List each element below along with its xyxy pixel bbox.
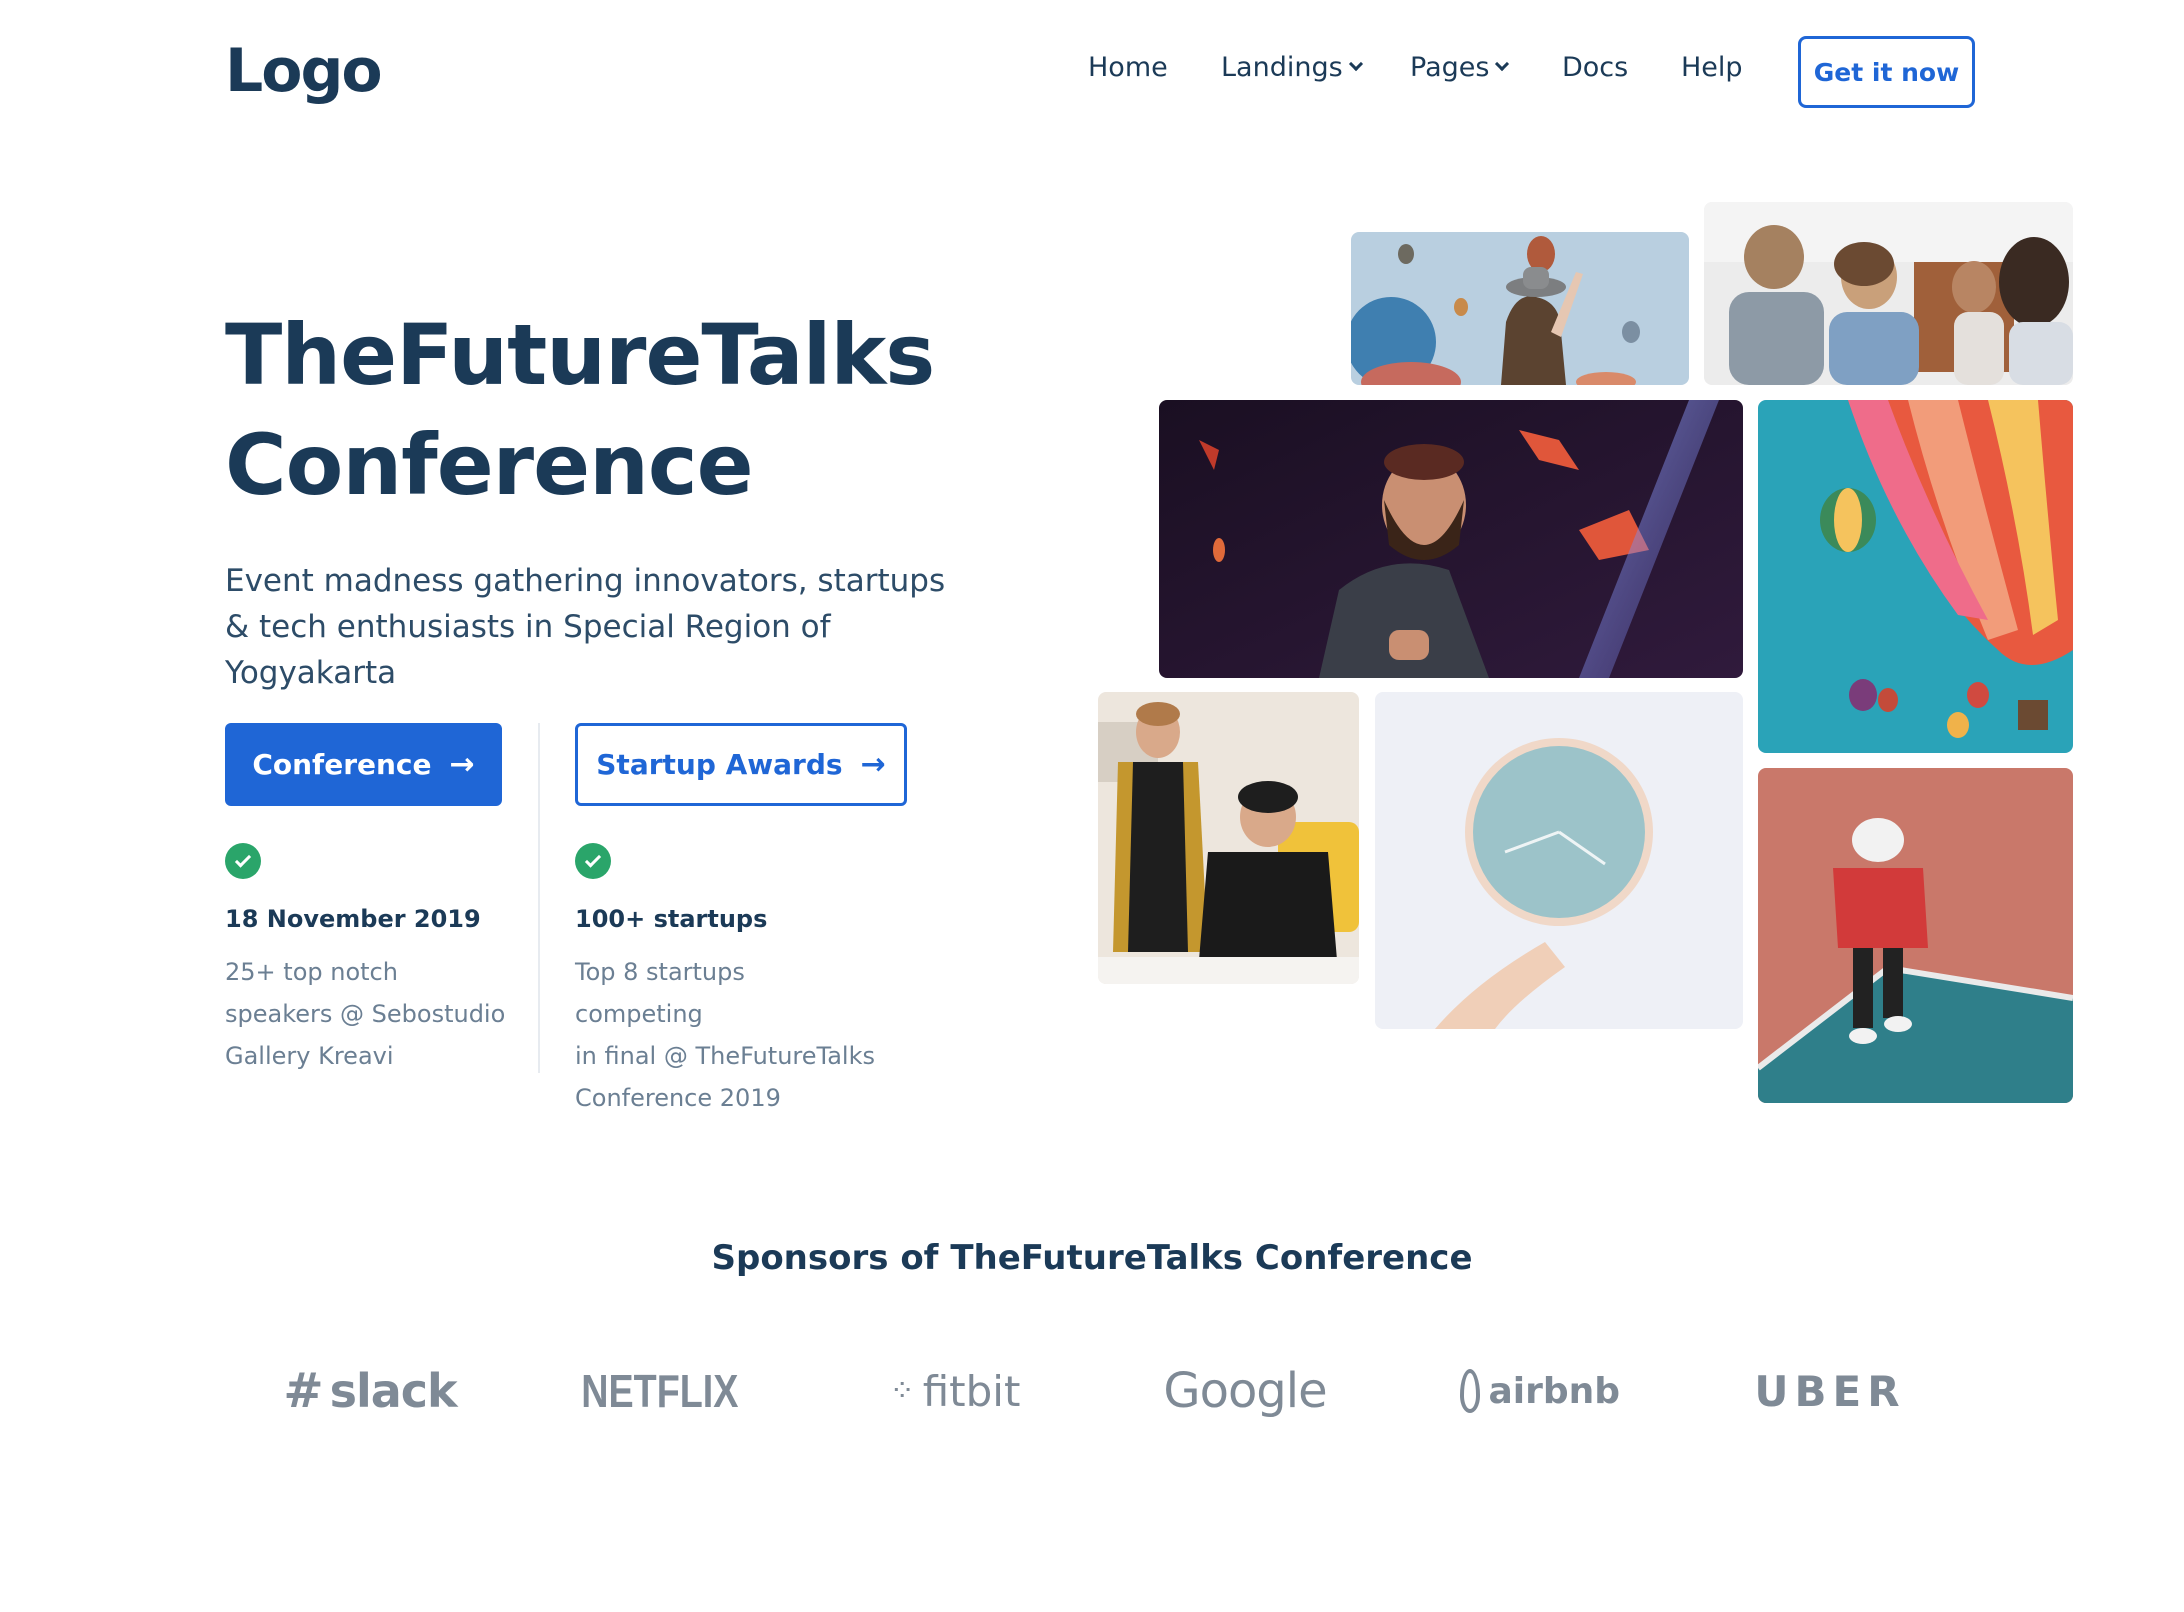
slack-icon: #: [283, 1363, 324, 1419]
photo-group-people: [1704, 202, 2073, 385]
chevron-down-icon: [1348, 56, 1363, 71]
hero-title-line: Conference: [225, 416, 754, 514]
nav-item-label: Home: [1088, 52, 1168, 83]
feature-description-line: Top 8 startups competing: [575, 958, 745, 1028]
sponsor-uber-logo: UBER: [1745, 1356, 1915, 1426]
nav-item-label: Pages: [1410, 52, 1490, 83]
fitbit-icon: ⁘: [889, 1374, 915, 1408]
sponsor-name: fitbit: [922, 1366, 1021, 1416]
nav-item-label: Landings: [1221, 52, 1343, 83]
feature-description-line: Gallery Kreavi: [225, 1042, 394, 1070]
hero-subtitle: Event madness gathering innovators, star…: [225, 558, 985, 696]
photo-balloon-woman: [1351, 232, 1689, 385]
photo-wall-clock: [1375, 692, 1743, 1029]
sponsor-name: NETFLIX: [581, 1365, 739, 1417]
arrow-right-icon: →: [860, 746, 886, 782]
feature-description: 25+ top notch speakers @ Sebostudio Gall…: [225, 951, 525, 1077]
photo-hot-air-balloons: [1758, 400, 2073, 753]
sponsor-netflix-logo: NETFLIX: [580, 1356, 740, 1426]
sponsor-name: Google: [1163, 1363, 1327, 1419]
hero-subtitle-line: & tech enthusiasts in Special Region of …: [225, 609, 831, 691]
nav-item-help[interactable]: Help: [1681, 52, 1743, 83]
conference-button-label: Conference: [252, 748, 432, 781]
hero-subtitle-line: Event madness gathering innovators, star…: [225, 563, 946, 599]
nav-item-docs[interactable]: Docs: [1562, 52, 1628, 83]
startup-awards-button[interactable]: Startup Awards →: [575, 723, 907, 806]
sponsor-slack-logo: # slack: [280, 1356, 460, 1426]
arrow-right-icon: →: [449, 746, 475, 782]
sponsor-airbnb-logo: airbnb: [1460, 1356, 1620, 1426]
nav-item-landings[interactable]: Landings: [1221, 52, 1363, 83]
airbnb-icon: [1460, 1369, 1481, 1413]
feature-description-line: speakers @ Sebostudio: [225, 1000, 506, 1028]
check-circle-icon: [225, 843, 261, 879]
feature-startups: 100+ startups Top 8 startups competing i…: [575, 843, 875, 1119]
photo-speaker: [1159, 400, 1743, 678]
sponsor-google-logo: Google: [1163, 1356, 1327, 1426]
sponsor-fitbit-logo: ⁘ fitbit: [875, 1356, 1035, 1426]
chevron-down-icon: [1495, 56, 1510, 71]
get-it-now-button[interactable]: Get it now: [1798, 36, 1975, 108]
nav-item-label: Help: [1681, 52, 1743, 83]
feature-description-line: 25+ top notch: [225, 958, 398, 986]
feature-title: 100+ startups: [575, 905, 768, 933]
feature-description: Top 8 startups competing in final @ TheF…: [575, 951, 875, 1119]
hero-title-line: TheFutureTalks: [225, 306, 935, 404]
sponsor-name: airbnb: [1488, 1370, 1620, 1412]
photo-coworkers: [1098, 692, 1359, 984]
sponsor-name: UBER: [1754, 1366, 1906, 1416]
feature-description-line: Conference 2019: [575, 1084, 781, 1112]
feature-description-line: in final @ TheFutureTalks: [575, 1042, 875, 1070]
feature-date: 18 November 2019 25+ top notch speakers …: [225, 843, 525, 1077]
conference-button[interactable]: Conference →: [225, 723, 502, 806]
nav-item-label: Docs: [1562, 52, 1629, 83]
feature-divider: [538, 723, 540, 1073]
nav-item-home[interactable]: Home: [1088, 52, 1168, 83]
sponsors-title: Sponsors of TheFutureTalks Conference: [711, 1238, 1473, 1278]
check-circle-icon: [575, 843, 611, 879]
feature-title: 18 November 2019: [225, 905, 481, 933]
startup-awards-button-label: Startup Awards: [596, 748, 843, 781]
nav-item-pages[interactable]: Pages: [1410, 52, 1510, 83]
hero-title: TheFutureTalks Conference: [225, 300, 935, 520]
sponsor-name: slack: [329, 1364, 458, 1418]
photo-vr-person: [1758, 768, 2073, 1103]
